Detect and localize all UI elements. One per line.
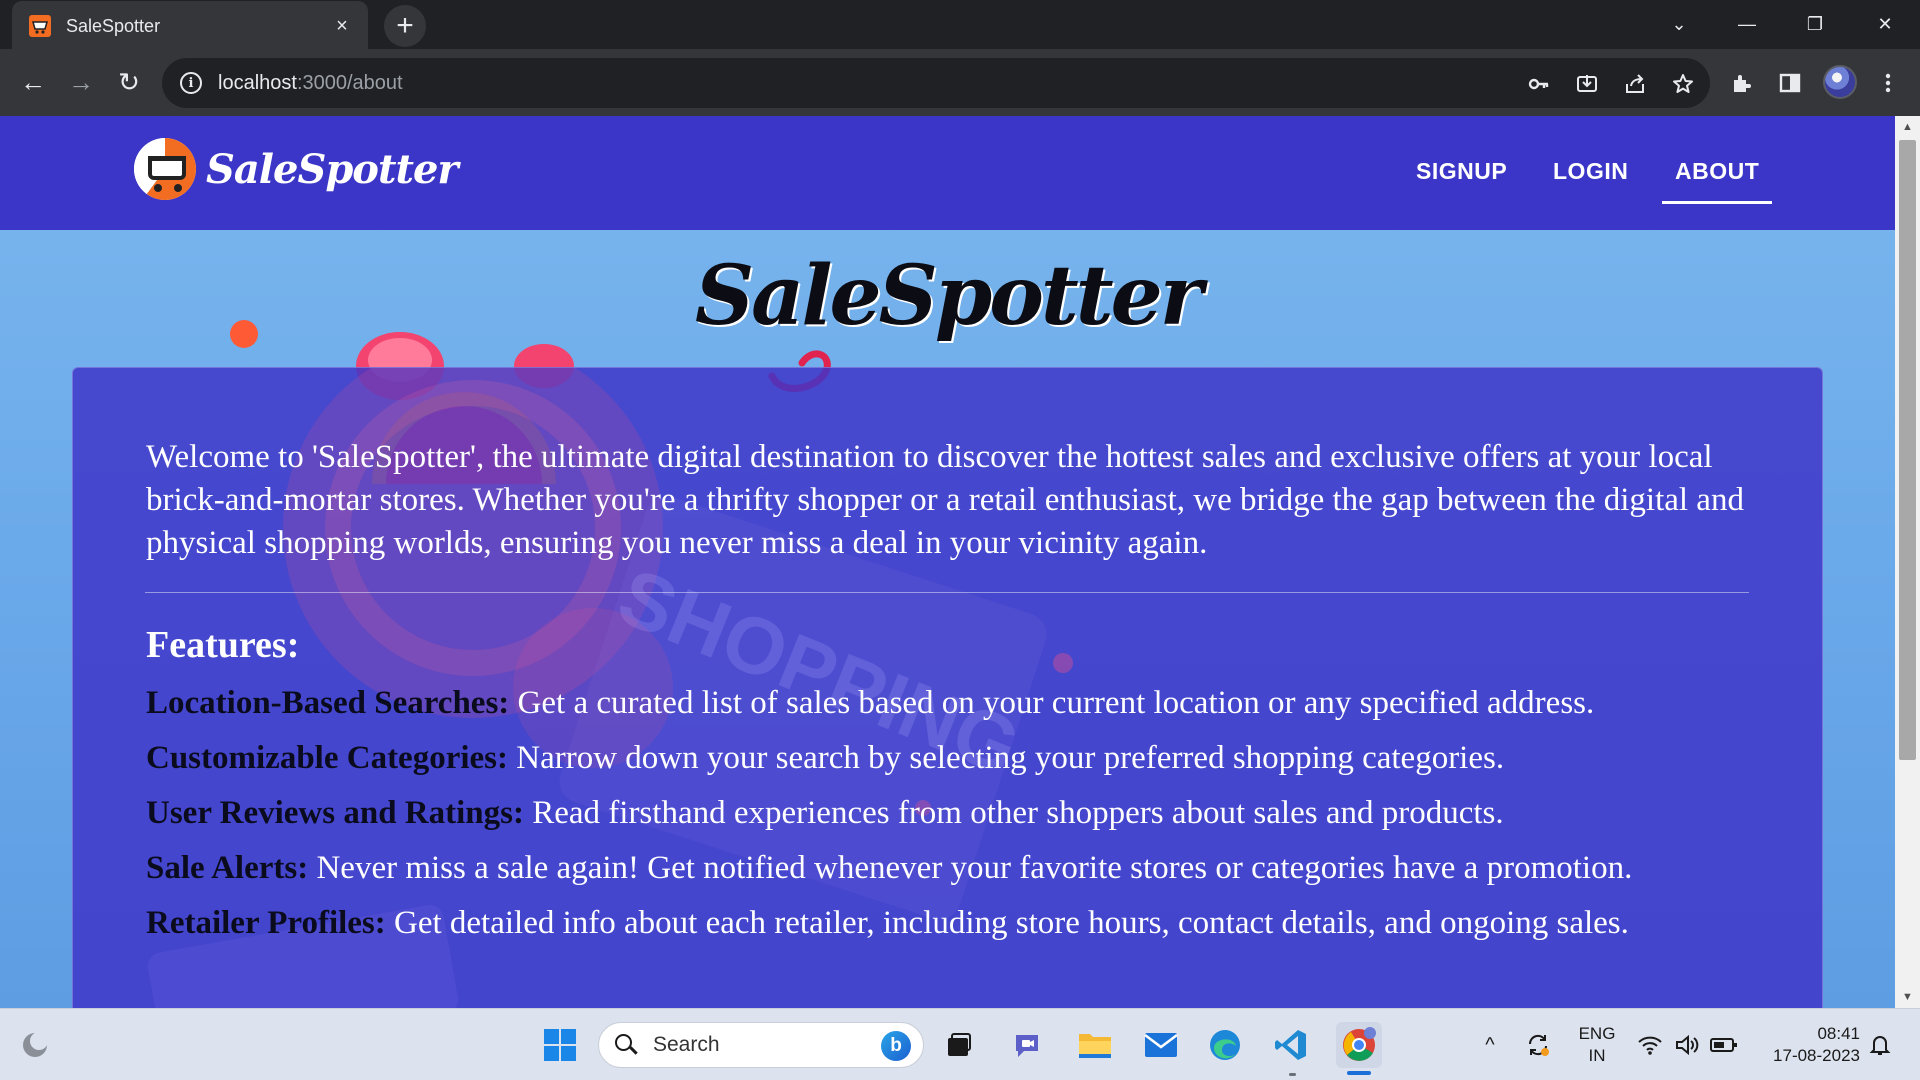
feature-description: Narrow down your search by selecting you… — [508, 740, 1505, 776]
minimize-icon[interactable]: — — [1718, 4, 1776, 44]
brand-link[interactable]: SaleSpotter — [134, 138, 458, 200]
tab-title: SaleSpotter — [66, 15, 161, 36]
feature-name: Location-Based Searches: — [146, 685, 510, 721]
browser-toolbar: ← → ↻ i localhost:3000/about — [0, 49, 1920, 116]
task-view-icon[interactable] — [936, 1022, 982, 1068]
about-card: SHOPPING Welcome to 'SaleSpotter', the u… — [72, 367, 1823, 1008]
wifi-icon[interactable] — [1636, 1031, 1664, 1059]
mail-icon[interactable] — [1138, 1022, 1184, 1068]
restore-icon[interactable]: ❐ — [1786, 4, 1844, 44]
battery-icon[interactable] — [1710, 1031, 1738, 1059]
back-icon[interactable]: ← — [12, 61, 54, 103]
feature-item: Retailer Profiles: Get detailed info abo… — [146, 902, 1766, 945]
language-indicator[interactable]: ENG IN — [1574, 1023, 1620, 1067]
nav-signup-link[interactable]: SIGNUP — [1416, 158, 1507, 185]
feature-description: Never miss a sale again! Get notified wh… — [308, 850, 1633, 886]
feature-name: User Reviews and Ratings: — [146, 795, 524, 831]
url-path: :3000/about — [296, 71, 403, 94]
region-code: IN — [1588, 1046, 1606, 1065]
widgets-weather-icon[interactable] — [12, 1022, 58, 1068]
browser-tab-strip: SaleSpotter × + ⌄ — ❐ ✕ — [0, 0, 1920, 51]
side-panel-icon[interactable] — [1774, 67, 1806, 99]
brand-name: SaleSpotter — [206, 145, 458, 193]
scroll-down-arrow-icon[interactable]: ▼ — [1895, 986, 1920, 1008]
tab-search-icon[interactable]: ⌄ — [1650, 4, 1708, 44]
volume-icon[interactable] — [1674, 1031, 1702, 1059]
taskbar-search-box[interactable]: Search b — [598, 1022, 924, 1068]
app-navbar: SaleSpotter SIGNUP LOGIN ABOUT — [0, 116, 1895, 230]
features-heading: Features: — [146, 624, 300, 666]
feature-description: Get detailed info about each retailer, i… — [385, 905, 1629, 941]
file-explorer-icon[interactable] — [1072, 1022, 1118, 1068]
nav-active-underline — [1662, 201, 1772, 204]
salespotter-favicon-icon — [28, 14, 52, 38]
windows-taskbar: Search b ^ ENG IN 08:41 17-08-2023 — [0, 1008, 1920, 1080]
site-info-icon[interactable]: i — [180, 72, 202, 94]
feature-description: Get a curated list of sales based on you… — [509, 685, 1595, 721]
feature-item: Location-Based Searches: Get a curated l… — [146, 682, 1766, 725]
running-indicator — [1289, 1073, 1296, 1076]
intro-paragraph: Welcome to 'SaleSpotter', the ultimate d… — [146, 439, 1744, 561]
forward-icon[interactable]: → — [60, 61, 102, 103]
clock-date: 17-08-2023 — [1773, 1046, 1860, 1065]
feature-name: Sale Alerts: — [146, 850, 309, 886]
edge-browser-icon[interactable] — [1202, 1022, 1248, 1068]
language-code: ENG — [1578, 1024, 1616, 1043]
cart-logo-icon — [134, 138, 196, 200]
feature-list: Location-Based Searches: Get a curated l… — [146, 682, 1766, 957]
install-icon[interactable] — [1574, 71, 1600, 97]
nav-login-link[interactable]: LOGIN — [1553, 158, 1628, 185]
url-host: localhost — [218, 71, 297, 94]
notification-bell-icon[interactable] — [1866, 1031, 1894, 1059]
feature-description: Read firsthand experiences from other sh… — [523, 795, 1504, 831]
menu-icon[interactable] — [1872, 67, 1904, 99]
tray-chevron-icon[interactable]: ^ — [1476, 1031, 1504, 1059]
chrome-icon[interactable] — [1336, 1022, 1382, 1068]
feature-item: Sale Alerts: Never miss a sale again! Ge… — [146, 847, 1766, 890]
close-window-icon[interactable]: ✕ — [1856, 4, 1914, 44]
profile-avatar[interactable] — [1823, 65, 1857, 99]
teams-chat-icon[interactable] — [1005, 1022, 1051, 1068]
hero-title: SaleSpotter — [694, 248, 1203, 344]
feature-item: User Reviews and Ratings: Read firsthand… — [146, 792, 1766, 835]
address-bar[interactable]: i localhost:3000/about — [162, 58, 1710, 108]
clock-time: 08:41 — [1817, 1024, 1860, 1043]
browser-tab[interactable]: SaleSpotter × — [12, 1, 368, 51]
feature-name: Customizable Categories: — [146, 740, 509, 776]
nav-about-link[interactable]: ABOUT — [1675, 158, 1759, 185]
vscode-icon[interactable] — [1268, 1022, 1314, 1068]
start-windows-icon[interactable] — [537, 1022, 583, 1068]
reload-icon[interactable]: ↻ — [108, 61, 150, 103]
search-placeholder: Search — [653, 1033, 720, 1056]
tab-close-icon[interactable]: × — [330, 14, 354, 38]
feature-item: Customizable Categories: Narrow down you… — [146, 737, 1766, 780]
bing-icon[interactable]: b — [881, 1031, 911, 1061]
page-viewport: SaleSpotter SIGNUP LOGIN ABOUT SaleSpott… — [0, 116, 1895, 1008]
clock[interactable]: 08:41 17-08-2023 — [1756, 1023, 1860, 1067]
extensions-icon[interactable] — [1726, 67, 1758, 99]
feature-name: Retailer Profiles: — [146, 905, 386, 941]
scroll-thumb[interactable] — [1899, 140, 1916, 760]
scroll-up-arrow-icon[interactable]: ▲ — [1895, 116, 1920, 138]
page-scrollbar[interactable]: ▲ ▼ — [1895, 116, 1920, 1008]
sync-icon[interactable] — [1524, 1031, 1552, 1059]
active-app-indicator — [1347, 1071, 1371, 1075]
share-icon[interactable] — [1622, 71, 1648, 97]
bookmark-star-icon[interactable] — [1670, 71, 1696, 97]
key-icon[interactable] — [1526, 71, 1552, 97]
section-divider — [145, 592, 1749, 593]
search-icon — [615, 1034, 638, 1056]
new-tab-button[interactable]: + — [384, 5, 426, 47]
